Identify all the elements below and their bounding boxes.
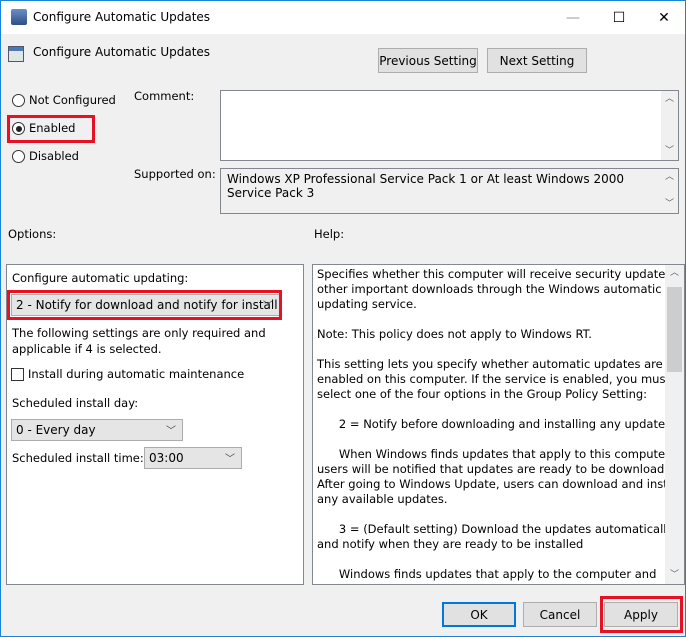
help-scrollbar[interactable]: ︿ ﹀ bbox=[665, 265, 684, 584]
install-time-value: 03:00 bbox=[149, 451, 184, 465]
configure-updating-label: Configure automatic updating: bbox=[12, 271, 189, 285]
cancel-button[interactable]: Cancel bbox=[523, 602, 597, 627]
help-line: After going to Windows Update, users can… bbox=[317, 477, 682, 491]
help-line bbox=[317, 342, 667, 357]
setting-title: Configure Automatic Updates bbox=[33, 45, 211, 59]
options-label: Options: bbox=[8, 227, 57, 241]
help-line: and notify when they are ready to be ins… bbox=[317, 537, 584, 551]
note-line: applicable if 4 is selected. bbox=[12, 342, 162, 356]
help-line: Specifies whether this computer will rec… bbox=[317, 267, 685, 281]
install-day-value: 0 - Every day bbox=[16, 423, 96, 437]
policy-app-icon bbox=[11, 9, 27, 25]
help-line: updating service. bbox=[317, 297, 417, 311]
supported-on-label: Supported on: bbox=[134, 167, 216, 181]
maintenance-label[interactable]: Install during automatic maintenance bbox=[28, 367, 244, 381]
help-panel: Specifies whether this computer will rec… bbox=[312, 264, 685, 585]
install-time-label: Scheduled install time: bbox=[12, 451, 144, 465]
help-line: enabled on this computer. If the service… bbox=[317, 372, 670, 386]
comment-textarea[interactable]: ︿ ﹀ bbox=[220, 90, 679, 161]
ok-button[interactable]: OK bbox=[442, 602, 516, 627]
policy-setting-icon bbox=[8, 46, 24, 62]
previous-setting-button[interactable]: Previous Setting bbox=[378, 48, 478, 73]
highlight-box bbox=[7, 115, 95, 143]
supported-scrollbar[interactable]: ︿ ﹀ bbox=[661, 169, 678, 213]
help-line: When Windows finds updates that apply to… bbox=[317, 447, 674, 461]
maximize-button[interactable]: ☐ bbox=[596, 1, 642, 34]
next-setting-button[interactable]: Next Setting bbox=[487, 48, 587, 73]
supported-on-field: Windows XP Professional Service Pack 1 o… bbox=[220, 168, 679, 214]
help-line bbox=[317, 402, 667, 417]
help-line bbox=[317, 552, 667, 567]
radio-disabled[interactable] bbox=[12, 150, 25, 163]
install-time-dropdown[interactable]: 03:00 ﹀ bbox=[144, 447, 242, 469]
scroll-up-icon[interactable]: ︿ bbox=[665, 265, 684, 282]
scrollbar-thumb[interactable] bbox=[667, 287, 682, 372]
help-line: 2 = Notify before downloading and instal… bbox=[317, 417, 675, 431]
note-line: The following settings are only required… bbox=[12, 326, 266, 340]
radio-not-configured[interactable] bbox=[12, 94, 25, 107]
highlight-box bbox=[600, 596, 683, 633]
help-text: Specifies whether this computer will rec… bbox=[317, 267, 685, 582]
scroll-down-icon[interactable]: ﹀ bbox=[661, 196, 678, 213]
scroll-down-icon[interactable]: ﹀ bbox=[665, 567, 684, 584]
help-line: Windows finds updates that apply to the … bbox=[317, 567, 657, 581]
help-line: This setting lets you specify whether au… bbox=[317, 357, 663, 371]
window-title: Configure Automatic Updates bbox=[33, 10, 211, 24]
chevron-down-icon: ﹀ bbox=[225, 454, 235, 465]
help-label: Help: bbox=[314, 227, 345, 241]
scroll-up-icon[interactable]: ︿ bbox=[661, 91, 678, 108]
install-day-dropdown[interactable]: 0 - Every day ﹀ bbox=[11, 419, 183, 441]
help-line: any available updates. bbox=[317, 492, 448, 506]
comment-label: Comment: bbox=[134, 89, 195, 103]
title-bar: Configure Automatic Updates — ☐ ✕ bbox=[1, 1, 685, 34]
help-line bbox=[317, 312, 667, 327]
dialog-window: Configure Automatic Updates — ☐ ✕ Config… bbox=[0, 0, 686, 637]
help-line: Note: This policy does not apply to Wind… bbox=[317, 327, 592, 341]
maintenance-checkbox[interactable] bbox=[11, 368, 24, 381]
radio-not-configured-label[interactable]: Not Configured bbox=[29, 93, 116, 107]
scroll-down-icon[interactable]: ﹀ bbox=[661, 143, 678, 160]
chevron-down-icon: ﹀ bbox=[166, 426, 176, 437]
options-panel: Configure automatic updating: 2 - Notify… bbox=[6, 264, 304, 585]
help-line bbox=[317, 507, 667, 522]
highlight-box bbox=[7, 290, 282, 320]
help-line: users will be notified that updates are … bbox=[317, 462, 683, 476]
help-line: 3 = (Default setting) Download the updat… bbox=[317, 522, 674, 536]
help-line: select one of the four options in the Gr… bbox=[317, 387, 648, 401]
minimize-button[interactable]: — bbox=[550, 1, 596, 34]
radio-disabled-label[interactable]: Disabled bbox=[29, 149, 79, 163]
help-line bbox=[317, 432, 667, 447]
scroll-up-icon[interactable]: ︿ bbox=[661, 169, 678, 186]
comment-scrollbar[interactable]: ︿ ﹀ bbox=[661, 91, 678, 160]
supported-on-value: Windows XP Professional Service Pack 1 o… bbox=[227, 172, 624, 200]
install-day-label: Scheduled install day: bbox=[12, 396, 139, 410]
close-button[interactable]: ✕ bbox=[641, 1, 686, 34]
help-line: other important downloads through the Wi… bbox=[317, 282, 662, 296]
